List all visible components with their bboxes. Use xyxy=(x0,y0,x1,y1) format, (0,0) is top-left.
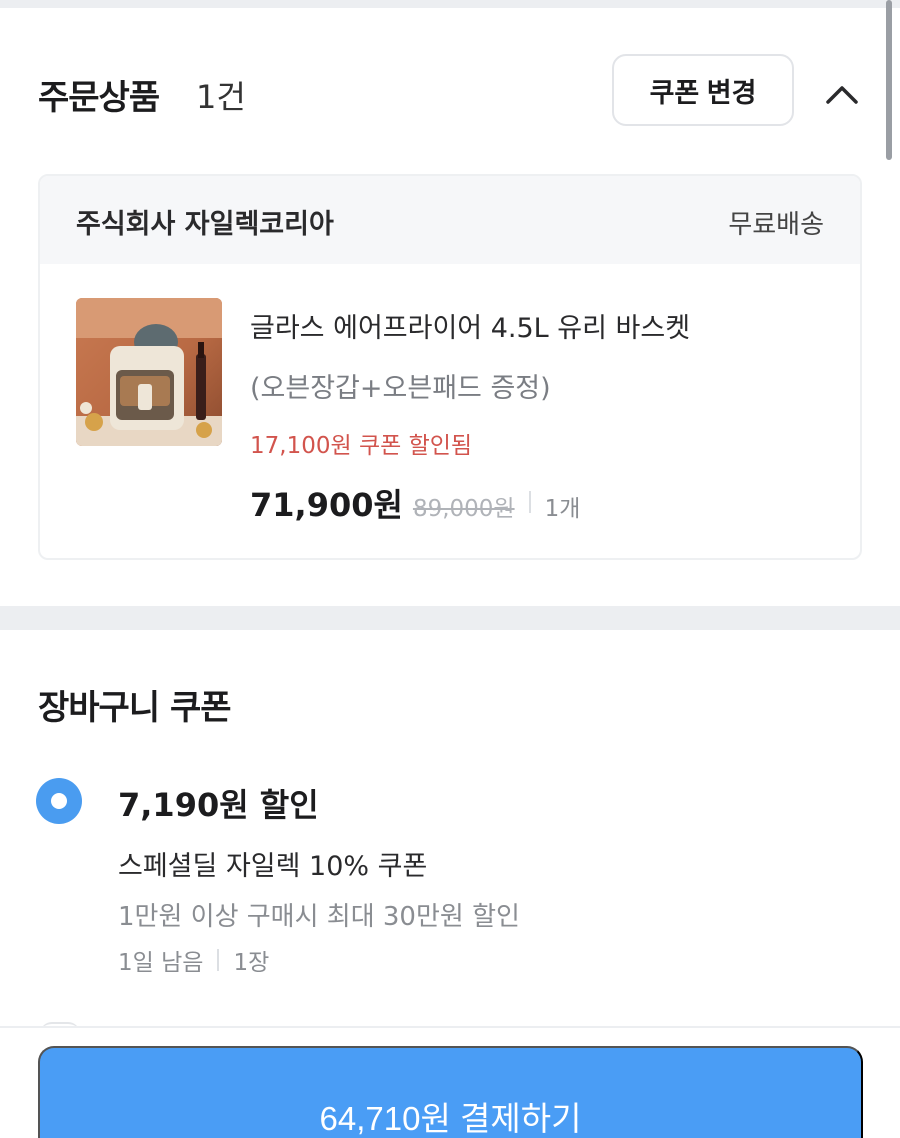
product-name[interactable]: 글라스 에어프라이어 4.5L 유리 바스켓 xyxy=(250,306,690,345)
divider xyxy=(217,949,220,971)
pay-button[interactable]: 64,710원 결제하기 xyxy=(38,1046,863,1138)
product-option: (오븐장갑+오븐패드 증정) xyxy=(250,373,551,404)
product-thumbnail[interactable] xyxy=(76,298,222,446)
divider xyxy=(528,491,531,513)
original-price: 89,000원 xyxy=(412,496,515,522)
seller-card: 주식회사 자일렉코리아 무료배송 글라스 에어프라이어 4.5L 유리 바스켓 … xyxy=(38,174,862,560)
coupon-count: 1장 xyxy=(233,950,270,976)
cart-coupon-title: 장바구니 쿠폰 xyxy=(38,688,232,728)
seller-name: 주식회사 자일렉코리아 xyxy=(76,209,334,240)
top-divider xyxy=(0,0,900,8)
coupon-meta: 1일 남음 1장 xyxy=(118,944,269,976)
seller-header: 주식회사 자일렉코리아 무료배송 xyxy=(40,176,860,264)
order-items-count: 1건 xyxy=(196,78,246,116)
price-row: 71,900원 89,000원 1개 xyxy=(250,480,580,524)
chevron-up-icon[interactable] xyxy=(824,78,860,108)
coupon-radio-selected[interactable] xyxy=(36,778,82,824)
coupon-name: 스페셜딜 자일렉 10% 쿠폰 xyxy=(118,851,428,882)
section-divider xyxy=(0,606,900,630)
coupon-change-button[interactable]: 쿠폰 변경 xyxy=(612,54,794,126)
scrollbar[interactable] xyxy=(886,0,892,160)
shipping-info: 무료배송 xyxy=(728,210,824,240)
coupon-remaining-days: 1일 남음 xyxy=(118,950,204,976)
coupon-applied-text: 17,100원 쿠폰 할인됨 xyxy=(250,433,473,459)
order-items-header: 주문상품 1건 쿠폰 변경 xyxy=(38,54,862,128)
coupon-discount-amount[interactable]: 7,190원 할인 xyxy=(118,780,319,826)
coupon-condition: 1만원 이상 구매시 최대 30만원 할인 xyxy=(118,902,520,932)
order-items-title: 주문상품 xyxy=(38,78,160,118)
quantity: 1개 xyxy=(544,496,581,522)
sale-price: 71,900원 xyxy=(250,486,403,524)
